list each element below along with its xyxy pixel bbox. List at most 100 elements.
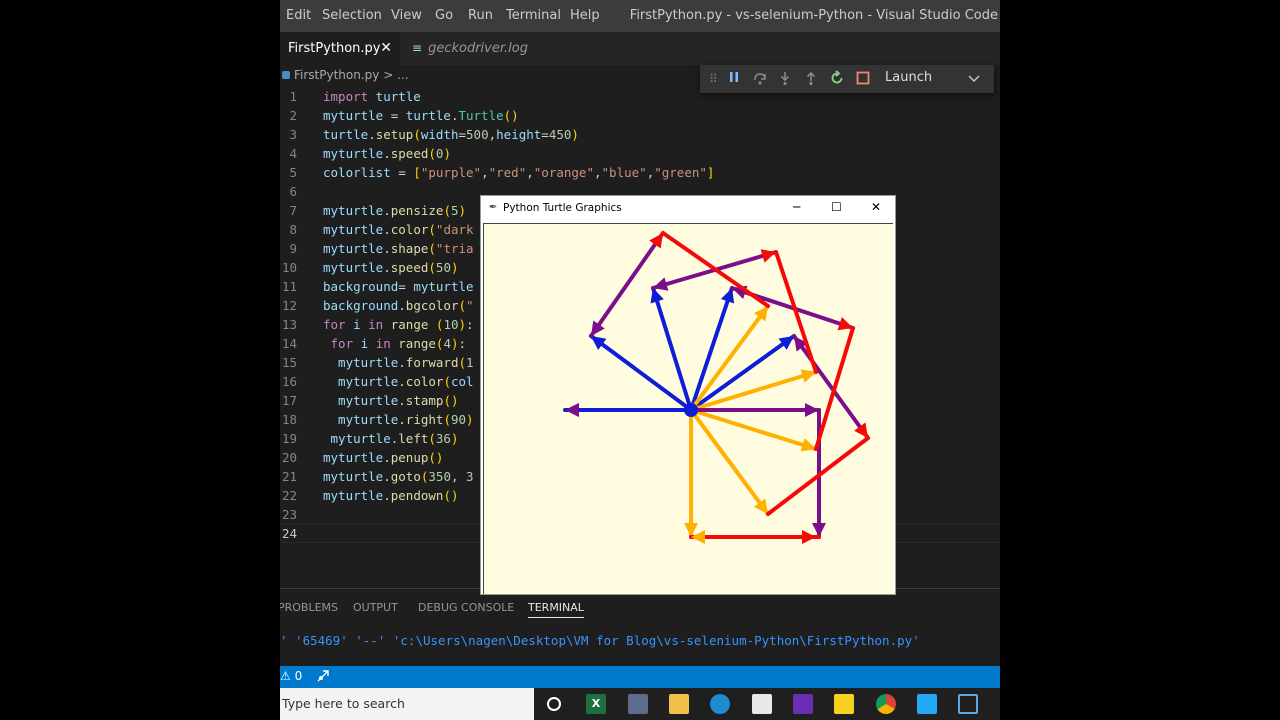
turtle-stamp bbox=[720, 288, 735, 304]
close-icon[interactable]: ✕ bbox=[380, 32, 392, 65]
line-number: 15 bbox=[281, 355, 297, 370]
turtle-line-orange bbox=[689, 370, 818, 412]
code-text: myturtle.pendown() bbox=[323, 488, 459, 503]
turtle-stamp bbox=[837, 316, 853, 331]
breadcrumb-file[interactable]: FirstPython.py bbox=[294, 68, 379, 82]
turtle-stamp bbox=[805, 403, 819, 417]
line-number: 13 bbox=[281, 317, 297, 332]
menu-edit[interactable]: Edit bbox=[286, 8, 311, 23]
status-bar: ⚠ 0 bbox=[280, 666, 1000, 688]
tab-firstpython[interactable]: FirstPython.py ✕ bbox=[280, 32, 400, 65]
turtle-line-blue bbox=[589, 334, 693, 412]
menu-bar: Edit Selection View Go Run Terminal Help… bbox=[280, 0, 1000, 32]
grip-icon[interactable]: ⠿ bbox=[709, 70, 718, 88]
problems-status[interactable]: ⚠ 0 bbox=[280, 669, 302, 683]
code-text: myturtle.left(36) bbox=[323, 431, 459, 446]
line-number: 3 bbox=[289, 127, 297, 142]
line-number: 19 bbox=[281, 431, 297, 446]
bottom-panel: PROBLEMS OUTPUT DEBUG CONSOLE TERMINAL '… bbox=[280, 588, 1000, 667]
python-file-icon bbox=[282, 71, 290, 79]
code-text: myturtle.speed(0) bbox=[323, 146, 451, 161]
minimize-button[interactable]: ─ bbox=[793, 200, 800, 214]
snip-icon[interactable] bbox=[628, 694, 648, 714]
code-text: import turtle bbox=[323, 89, 421, 104]
code-text: colorlist = ["purple","red","orange","bl… bbox=[323, 165, 715, 180]
code-text: turtle.setup(width=500,height=450) bbox=[323, 127, 579, 142]
turtle-stamp bbox=[565, 403, 579, 417]
close-button[interactable]: ✕ bbox=[871, 200, 881, 214]
turtle-line-orange bbox=[689, 408, 770, 516]
file-explorer-icon[interactable] bbox=[669, 694, 689, 714]
turtle-window-title: Python Turtle Graphics bbox=[503, 202, 622, 214]
tab-terminal[interactable]: TERMINAL bbox=[528, 601, 584, 618]
code-text: background.bgcolor(" bbox=[323, 298, 474, 313]
turtle-line-blue bbox=[651, 286, 693, 412]
notepad-icon[interactable] bbox=[752, 694, 772, 714]
line-number: 6 bbox=[289, 184, 297, 199]
restart-icon[interactable] bbox=[829, 70, 845, 91]
turtle-graphics-window[interactable]: ✒ Python Turtle Graphics ─ ☐ ✕ bbox=[480, 195, 896, 595]
code-text: myturtle = turtle.Turtle() bbox=[323, 108, 519, 123]
menu-run[interactable]: Run bbox=[468, 8, 493, 23]
vscode-icon[interactable] bbox=[917, 694, 937, 714]
line-number: 5 bbox=[289, 165, 297, 180]
line-number: 20 bbox=[281, 450, 297, 465]
stop-icon[interactable] bbox=[855, 70, 871, 91]
window-title: FirstPython.py - vs-selenium-Python - Vi… bbox=[629, 8, 998, 23]
step-out-icon[interactable] bbox=[803, 70, 819, 91]
edge-icon[interactable] bbox=[710, 694, 730, 714]
menu-view[interactable]: View bbox=[391, 8, 422, 23]
line-number: 4 bbox=[289, 146, 297, 161]
line-number: 7 bbox=[289, 203, 297, 218]
chrome-icon[interactable] bbox=[876, 694, 896, 714]
terminal-output[interactable]: ' '65469' '--' 'c:\Users\nagen\Desktop\V… bbox=[280, 633, 920, 648]
launch-config-select[interactable]: Launch bbox=[885, 70, 932, 85]
code-text: myturtle.stamp() bbox=[323, 393, 459, 408]
turtle-canvas bbox=[483, 223, 893, 594]
step-into-icon[interactable] bbox=[777, 70, 793, 91]
tab-label: FirstPython.py bbox=[288, 41, 381, 56]
maximize-button[interactable]: ☐ bbox=[831, 200, 842, 214]
chevron-down-icon[interactable] bbox=[968, 69, 980, 91]
turtle-stamp bbox=[802, 530, 816, 544]
turtle-window-titlebar[interactable]: ✒ Python Turtle Graphics ─ ☐ ✕ bbox=[481, 196, 895, 222]
code-text: myturtle.color("dark bbox=[323, 222, 474, 237]
turtle-line-orange bbox=[689, 304, 770, 412]
code-text: myturtle.goto(350, 3 bbox=[323, 469, 474, 484]
turtle-line-purple bbox=[589, 231, 665, 338]
tab-output[interactable]: OUTPUT bbox=[353, 601, 398, 614]
line-number: 10 bbox=[281, 260, 297, 275]
line-number: 17 bbox=[281, 393, 297, 408]
window-icon[interactable] bbox=[958, 694, 978, 714]
turtle-stamp bbox=[812, 523, 826, 537]
vscode-window: Edit Selection View Go Run Terminal Help… bbox=[280, 0, 1000, 720]
line-number: 12 bbox=[281, 298, 297, 313]
tab-problems[interactable]: PROBLEMS bbox=[280, 601, 338, 614]
feather-icon: ✒ bbox=[489, 202, 498, 213]
visual-studio-icon[interactable] bbox=[793, 694, 813, 714]
line-number: 24 bbox=[281, 526, 297, 541]
code-text: myturtle.penup() bbox=[323, 450, 444, 465]
pause-icon[interactable] bbox=[727, 70, 741, 89]
line-number: 16 bbox=[281, 374, 297, 389]
step-over-icon[interactable] bbox=[752, 70, 768, 91]
menu-help[interactable]: Help bbox=[570, 8, 600, 23]
excel-icon[interactable]: X bbox=[586, 694, 606, 714]
code-text: myturtle.right(90) bbox=[323, 412, 474, 427]
turtle-line-blue bbox=[689, 334, 796, 412]
tab-debug-console[interactable]: DEBUG CONSOLE bbox=[418, 601, 514, 614]
code-text: myturtle.speed(50) bbox=[323, 260, 459, 275]
cortana-icon[interactable] bbox=[544, 694, 564, 714]
turtle-line-red bbox=[814, 326, 855, 451]
menu-terminal[interactable]: Terminal bbox=[506, 8, 561, 23]
sticky-notes-icon[interactable] bbox=[834, 694, 854, 714]
taskbar-search-input[interactable]: Type here to search bbox=[280, 688, 534, 720]
debug-status-icon[interactable] bbox=[316, 669, 330, 686]
line-number: 2 bbox=[289, 108, 297, 123]
breadcrumb-symbol[interactable]: ... bbox=[397, 68, 408, 82]
turtle-center bbox=[684, 403, 698, 417]
turtle-line-red bbox=[661, 231, 770, 308]
menu-go[interactable]: Go bbox=[435, 8, 453, 23]
menu-selection[interactable]: Selection bbox=[322, 8, 382, 23]
tab-geckodriver-log[interactable]: ≡ geckodriver.log bbox=[404, 32, 542, 65]
